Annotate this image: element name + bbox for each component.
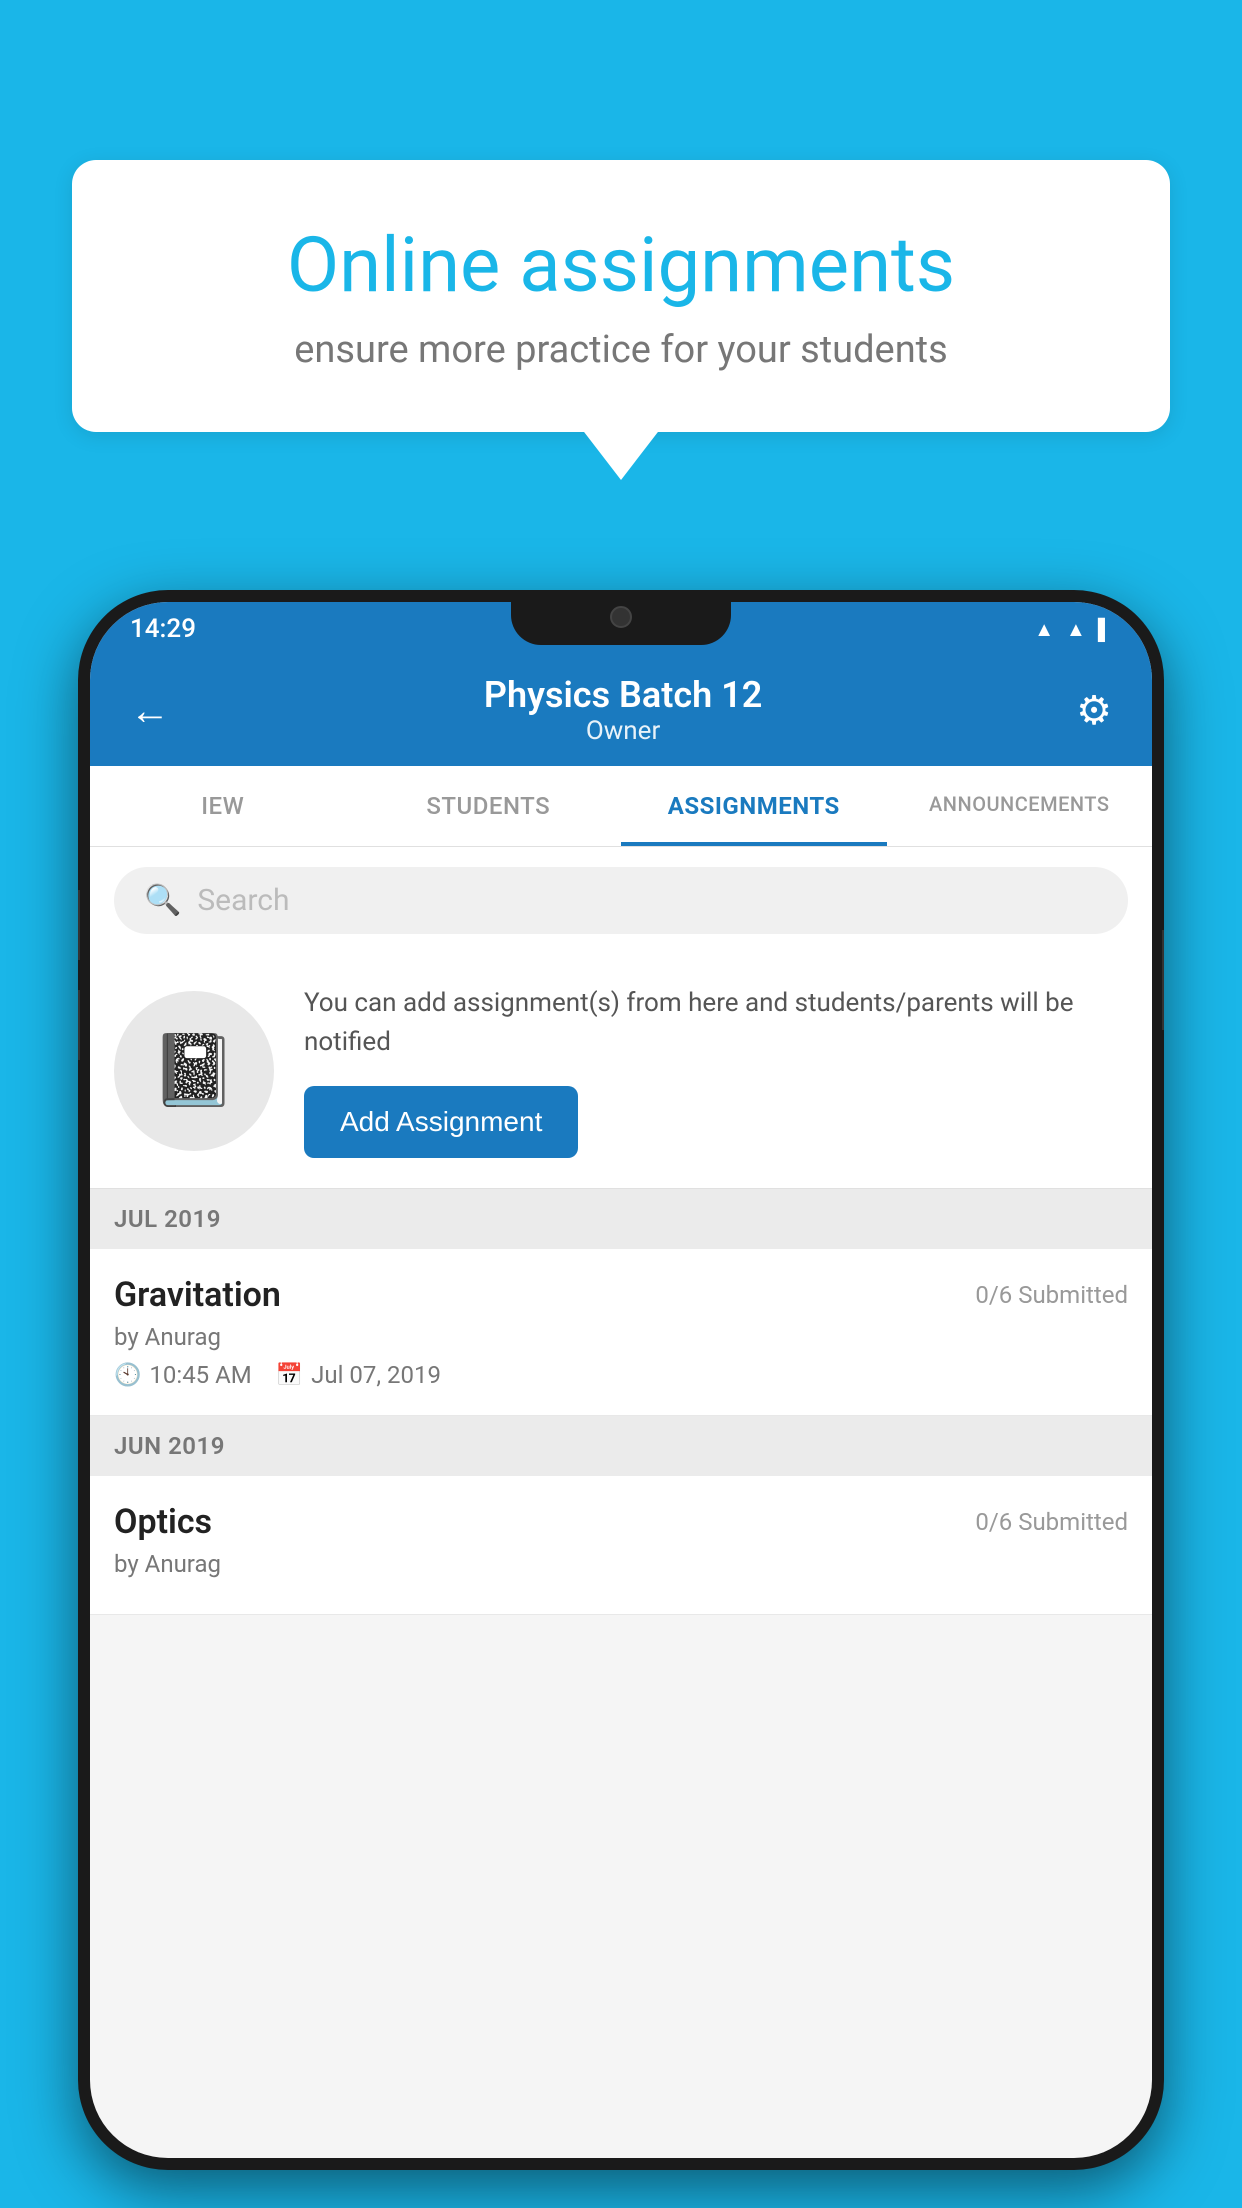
volume-down-button [78, 990, 80, 1060]
notebook-icon: 📓 [150, 1030, 237, 1112]
promo-title: Online assignments [132, 220, 1110, 310]
meta-time: 🕙 10:45 AM [114, 1361, 252, 1389]
add-assignment-button[interactable]: Add Assignment [304, 1086, 578, 1158]
tab-iew[interactable]: IEW [90, 766, 356, 846]
promo-text-side: You can add assignment(s) from here and … [304, 984, 1128, 1158]
batch-subtitle: Owner [484, 716, 762, 746]
settings-icon[interactable]: ⚙ [1076, 687, 1112, 734]
volume-up-button [78, 890, 80, 960]
header-title-group: Physics Batch 12 Owner [484, 674, 762, 746]
phone-screen: 14:29 ← Physics Batch 12 Owner ⚙ IEW STU… [90, 602, 1152, 2158]
search-icon: 🔍 [144, 883, 181, 918]
meta-date: 📅 Jul 07, 2019 [276, 1361, 441, 1389]
status-icons [1034, 617, 1112, 642]
assignment-meta: 🕙 10:45 AM 📅 Jul 07, 2019 [114, 1361, 1128, 1389]
status-time: 14:29 [130, 614, 196, 644]
assignment-submitted: 0/6 Submitted [975, 1281, 1128, 1309]
front-camera [610, 606, 632, 628]
assignment-date: Jul 07, 2019 [311, 1361, 441, 1389]
speech-bubble: Online assignments ensure more practice … [72, 160, 1170, 432]
calendar-icon: 📅 [276, 1363, 303, 1388]
wifi-icon [1034, 617, 1054, 642]
assignment-item-gravitation[interactable]: Gravitation 0/6 Submitted by Anurag 🕙 10… [90, 1249, 1152, 1416]
assignment-row-top: Gravitation 0/6 Submitted [114, 1275, 1128, 1315]
section-header-jun: JUN 2019 [90, 1416, 1152, 1476]
assignment-name: Gravitation [114, 1275, 281, 1315]
battery-icon [1098, 617, 1112, 642]
assignment-item-optics[interactable]: Optics 0/6 Submitted by Anurag [90, 1476, 1152, 1615]
app-header: ← Physics Batch 12 Owner ⚙ [90, 656, 1152, 766]
tab-announcements[interactable]: ANNOUNCEMENTS [887, 766, 1153, 846]
signal-icon [1066, 617, 1086, 642]
assignment-by: by Anurag [114, 1323, 1128, 1351]
search-placeholder: Search [197, 883, 289, 918]
tab-assignments[interactable]: ASSIGNMENTS [621, 766, 887, 846]
assignment-submitted-optics: 0/6 Submitted [975, 1508, 1128, 1536]
search-container: 🔍 Search [90, 847, 1152, 954]
search-bar[interactable]: 🔍 Search [114, 867, 1128, 934]
promo-description: You can add assignment(s) from here and … [304, 984, 1128, 1062]
assignment-row-top-optics: Optics 0/6 Submitted [114, 1502, 1128, 1542]
assignment-by-optics: by Anurag [114, 1550, 1128, 1578]
promo-block: 📓 You can add assignment(s) from here an… [90, 954, 1152, 1189]
content-area: 🔍 Search 📓 You can add assignment(s) fro… [90, 847, 1152, 1615]
promo-icon-circle: 📓 [114, 991, 274, 1151]
clock-icon: 🕙 [114, 1363, 141, 1388]
promo-subtitle: ensure more practice for your students [132, 328, 1110, 372]
back-button[interactable]: ← [130, 687, 170, 734]
assignment-name-optics: Optics [114, 1502, 212, 1542]
phone-frame: 14:29 ← Physics Batch 12 Owner ⚙ IEW STU… [78, 590, 1164, 2170]
tab-bar: IEW STUDENTS ASSIGNMENTS ANNOUNCEMENTS [90, 766, 1152, 847]
assignment-time: 10:45 AM [149, 1361, 251, 1389]
batch-title: Physics Batch 12 [484, 674, 762, 716]
section-header-jul: JUL 2019 [90, 1189, 1152, 1249]
phone-notch [511, 590, 731, 645]
promo-card: Online assignments ensure more practice … [72, 160, 1170, 432]
power-button [1162, 930, 1164, 1030]
tab-students[interactable]: STUDENTS [356, 766, 622, 846]
